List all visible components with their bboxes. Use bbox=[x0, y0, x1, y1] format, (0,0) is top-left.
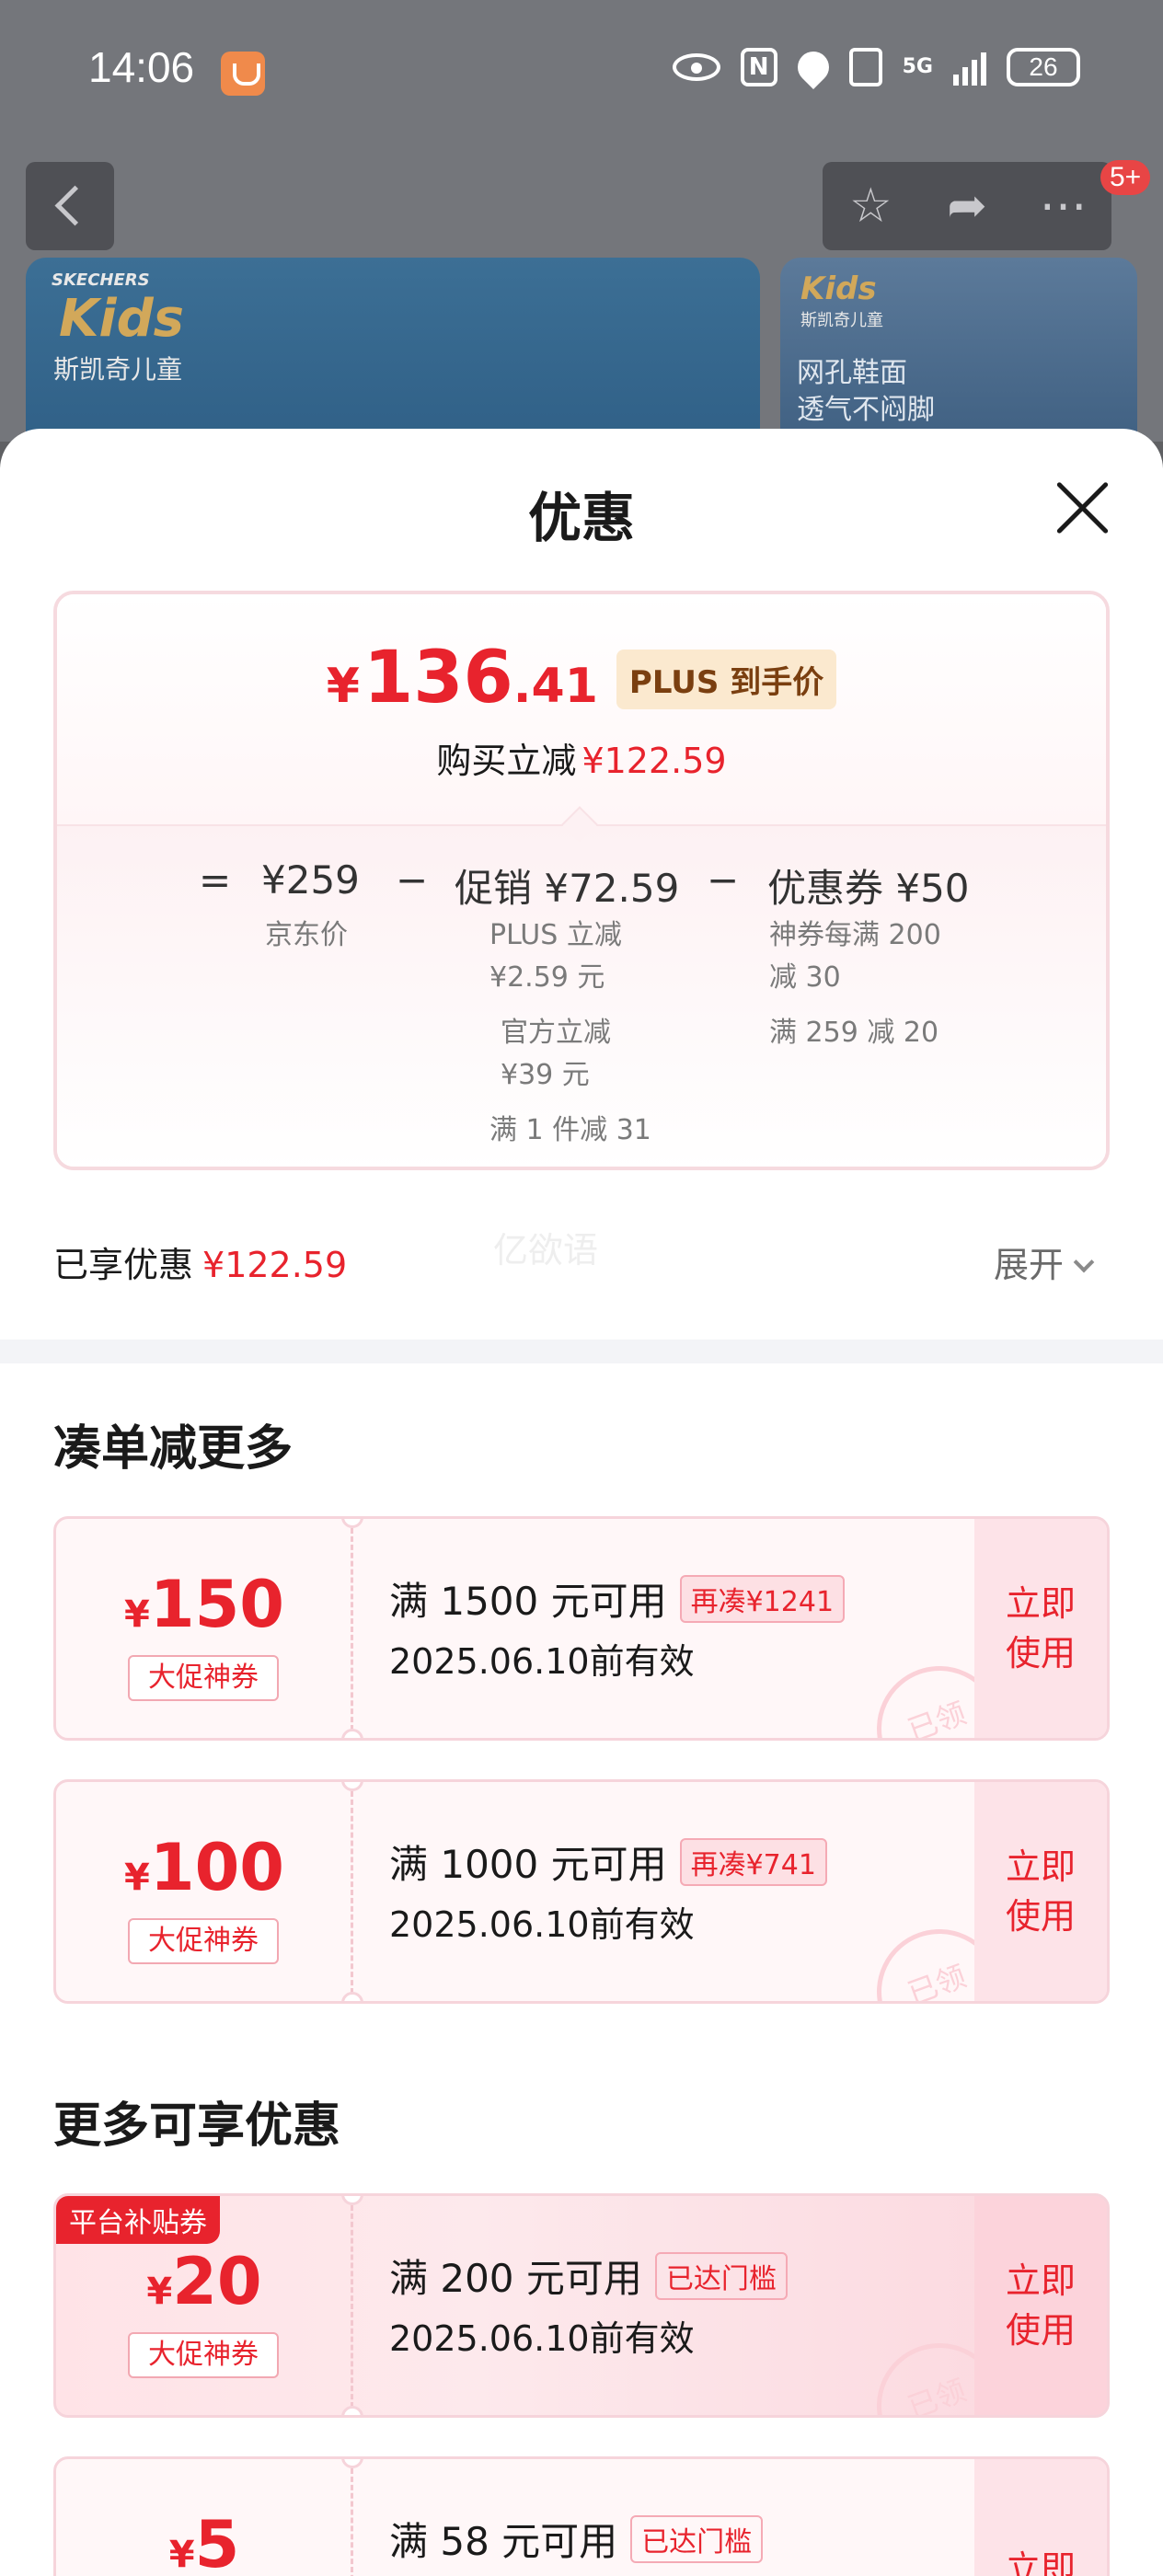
discount-sheet: 优惠 ¥ 136 .41 PLUS 到手价 购买立减 ¥122.59 = ¥259… bbox=[0, 429, 1163, 2576]
coupon-type-badge: 大促神券 bbox=[128, 1655, 279, 1701]
coupon-validity: 2025.06.10前有效 bbox=[389, 1904, 695, 1945]
buy-discount-label: 购买立减 bbox=[436, 741, 577, 781]
coupon-card[interactable]: ¥100 大促神券 满 1000 元可用 再凑¥741 2025.06.10前有… bbox=[53, 1779, 1110, 2004]
brand-logo-text: SKECHERS bbox=[52, 270, 150, 290]
side-brand-logo: Kids bbox=[800, 270, 877, 307]
price-decimal: .41 bbox=[512, 659, 598, 714]
promo-detail-3: 官方立减 bbox=[501, 1017, 611, 1049]
nfc-icon: N bbox=[740, 48, 777, 86]
section-separator bbox=[0, 1340, 1163, 1363]
coupon-gap-tag: 再凑¥1241 bbox=[679, 1574, 846, 1623]
coupon-divider bbox=[351, 1791, 353, 1994]
brand-cn-name: 斯凯奇儿童 bbox=[53, 354, 183, 385]
coupon-amount: ¥100 bbox=[124, 1830, 284, 1905]
favorite-star-icon[interactable]: ☆ bbox=[823, 162, 919, 250]
more-icon[interactable]: ⋯ bbox=[1015, 162, 1111, 250]
coupon-divider bbox=[351, 2205, 353, 2408]
watermark-text: 亿欲语 bbox=[493, 1230, 599, 1271]
price-integer: 136 bbox=[363, 637, 513, 719]
coupon-notch bbox=[341, 2406, 363, 2415]
coupon-condition: 满 1500 元可用 再凑¥1241 bbox=[389, 1570, 846, 1627]
promo-detail-5: 满 1 件减 31 bbox=[489, 1114, 651, 1146]
status-time: 14:06 bbox=[88, 43, 195, 91]
coupon-card[interactable]: ¥150 大促神券 满 1500 元可用 再凑¥1241 2025.06.10前… bbox=[53, 1516, 1110, 1741]
coupon-validity: 2025.06.10前有效 bbox=[389, 2318, 695, 2359]
base-price: ¥259 bbox=[261, 857, 360, 903]
status-icons: N 5G 26 bbox=[672, 44, 1080, 90]
coupon-validity: 2025.06.10前有效 bbox=[389, 1641, 695, 1682]
platform-subsidy-badge: 平台补贴券 bbox=[56, 2196, 220, 2244]
coupon-divider bbox=[351, 2468, 353, 2576]
section-title-more-order: 凑单减更多 bbox=[53, 1421, 294, 1477]
coupon-gap-tag: 再凑¥741 bbox=[679, 1837, 827, 1886]
final-price-area: ¥ 136 .41 PLUS 到手价 购买立减 ¥122.59 bbox=[57, 594, 1106, 824]
expand-label: 展开 bbox=[994, 1245, 1065, 1285]
enjoyed-discount: 已享优惠 ¥122.59 bbox=[53, 1236, 347, 1287]
plus-price-tag: PLUS 到手价 bbox=[616, 650, 837, 709]
formula-minus-2: − bbox=[707, 857, 740, 903]
share-icon[interactable]: ➦ bbox=[919, 162, 1016, 250]
coupon-notch bbox=[341, 1992, 363, 2001]
location-icon bbox=[790, 44, 835, 90]
brand-kids-logo: Kids bbox=[59, 289, 185, 349]
use-now-button[interactable]: 立即 使用 bbox=[974, 1782, 1107, 2001]
price-breakdown-card: ¥ 136 .41 PLUS 到手价 购买立减 ¥122.59 = ¥259 京东… bbox=[53, 591, 1110, 1170]
chevron-down-icon bbox=[1073, 1251, 1095, 1273]
use-now-button[interactable]: 立即 bbox=[974, 2459, 1107, 2576]
coupon-amount: ¥20 bbox=[146, 2244, 262, 2319]
network-type: 5G bbox=[902, 55, 933, 78]
coupon-value-area: ¥150 大促神券 bbox=[56, 1519, 352, 1738]
coupon-value-area: ¥5 bbox=[56, 2459, 352, 2576]
formula-minus-1: − bbox=[396, 857, 429, 903]
side-feature-text: 网孔鞋面 透气不闷脚 bbox=[797, 357, 935, 426]
eye-icon bbox=[672, 53, 720, 81]
coupon-card[interactable]: ¥5 满 58 元可用 已达门槛 立即 bbox=[53, 2456, 1110, 2576]
coupon-type-badge: 大促神券 bbox=[128, 1918, 279, 1964]
formula-equals: = bbox=[199, 857, 232, 903]
promo-detail-1: PLUS 立减 bbox=[489, 919, 622, 951]
coupon-detail-3: 满 259 减 20 bbox=[769, 1017, 939, 1049]
back-button[interactable] bbox=[26, 162, 114, 250]
final-price: ¥ 136 .41 PLUS 到手价 bbox=[57, 637, 1106, 719]
notification-badge: 5+ bbox=[1100, 160, 1151, 195]
coupon-divider bbox=[351, 1528, 353, 1731]
close-icon[interactable] bbox=[1053, 478, 1111, 537]
coupon-amount: ¥5 bbox=[168, 2507, 240, 2576]
battery-icon: 26 bbox=[1007, 48, 1080, 86]
coupon-detail-1: 神券每满 200 bbox=[769, 919, 941, 951]
sheet-title: 优惠 bbox=[527, 487, 635, 549]
top-actions: ☆ ➦ ⋯ bbox=[823, 162, 1111, 250]
section-title-more-discounts: 更多可享优惠 bbox=[53, 2099, 341, 2154]
use-now-button[interactable]: 立即 使用 bbox=[974, 1519, 1107, 1738]
coupon-value-area: ¥100 大促神券 bbox=[56, 1782, 352, 2001]
buy-discount-line: 购买立减 ¥122.59 bbox=[57, 732, 1106, 783]
coupon-detail-2: 减 30 bbox=[769, 961, 841, 994]
use-now-button[interactable]: 立即 使用 bbox=[974, 2196, 1107, 2415]
base-price-label: 京东价 bbox=[265, 919, 348, 951]
side-brand-cn: 斯凯奇儿童 bbox=[800, 311, 883, 330]
coupon-condition: 满 1000 元可用 再凑¥741 bbox=[389, 1834, 827, 1890]
vibrate-icon bbox=[848, 48, 882, 86]
buy-discount-amount: ¥122.59 bbox=[582, 741, 727, 781]
coupon-card[interactable]: ¥20 大促神券 平台补贴券 满 200 元可用 已达门槛 2025.06.10… bbox=[53, 2193, 1110, 2418]
formula-area: = ¥259 京东价 − 促销 ¥72.59 PLUS 立减 ¥2.59 元 官… bbox=[57, 824, 1106, 1167]
price-symbol: ¥ bbox=[326, 659, 360, 714]
threshold-met-tag: 已达门槛 bbox=[654, 2251, 788, 2300]
expand-button[interactable]: 展开 bbox=[994, 1236, 1095, 1287]
coupon-total: 优惠券 ¥50 bbox=[767, 866, 970, 911]
status-bar: 14:06 N 5G 26 bbox=[0, 0, 1163, 147]
coupon-type-badge: 大促神券 bbox=[128, 2332, 279, 2378]
app-notification-icon bbox=[221, 52, 265, 96]
signal-icon bbox=[953, 49, 986, 86]
promo-detail-2: ¥2.59 元 bbox=[489, 961, 605, 994]
promo-detail-4: ¥39 元 bbox=[501, 1059, 590, 1091]
coupon-condition: 满 58 元可用 已达门槛 bbox=[389, 2511, 764, 2567]
coupon-condition: 满 200 元可用 已达门槛 bbox=[389, 2248, 788, 2304]
threshold-met-tag: 已达门槛 bbox=[630, 2514, 764, 2563]
coupon-notch bbox=[341, 1729, 363, 1738]
coupon-amount: ¥150 bbox=[124, 1567, 284, 1642]
enjoyed-label: 已享优惠 bbox=[53, 1245, 194, 1285]
promo-total: 促销 ¥72.59 bbox=[455, 866, 680, 911]
enjoyed-amount: ¥122.59 bbox=[202, 1245, 348, 1285]
